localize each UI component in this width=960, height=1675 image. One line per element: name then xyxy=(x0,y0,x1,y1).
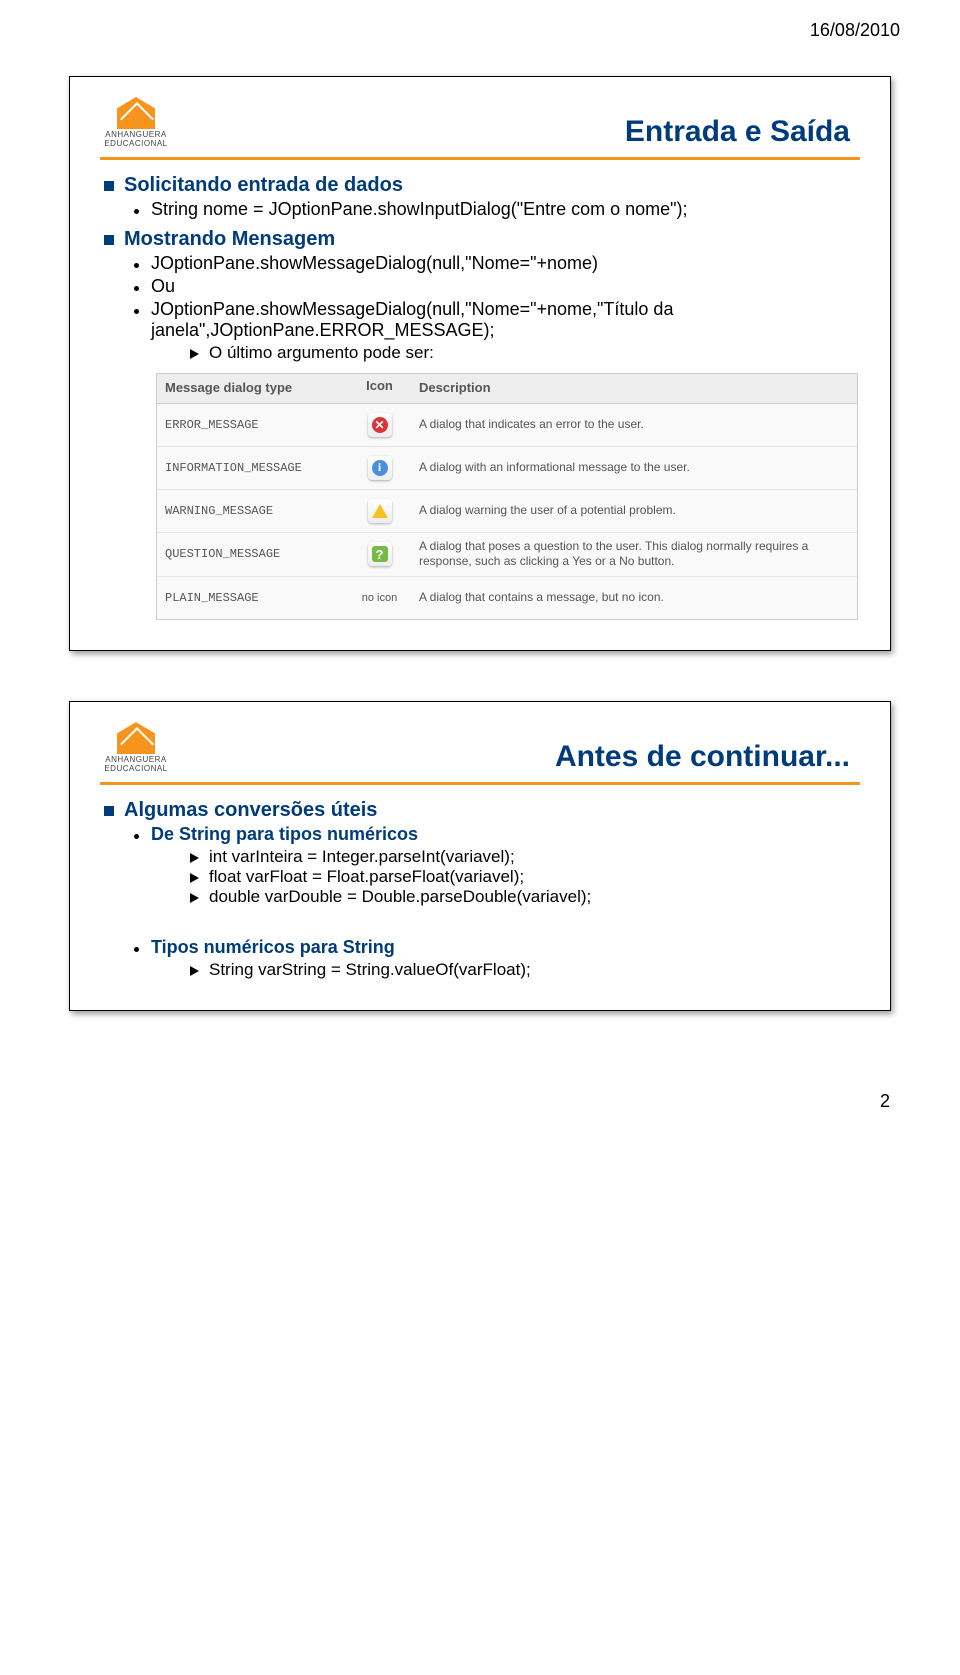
table-row: PLAIN_MESSAGE no icon A dialog that cont… xyxy=(157,577,857,619)
logo-text: ANHANGUERA EDUCACIONAL xyxy=(100,131,172,149)
cell-type: PLAIN_MESSAGE xyxy=(157,585,348,611)
col-header-desc: Description xyxy=(411,374,857,403)
cell-desc: A dialog that poses a question to the us… xyxy=(411,533,857,576)
sub-heading-text: Tipos numéricos para String xyxy=(151,937,395,958)
code-line: JOptionPane.showMessageDialog(null,"Nome… xyxy=(134,299,860,341)
dot-bullet-icon xyxy=(134,309,139,314)
triangle-bullet-icon xyxy=(190,893,199,903)
slide-title: Entrada e Saída xyxy=(190,115,860,149)
sub-heading: De String para tipos numéricos xyxy=(134,824,860,845)
sub-bullet: O último argumento pode ser: xyxy=(190,343,860,363)
table-header: Message dialog type Icon Description xyxy=(157,374,857,404)
message-dialog-table: Message dialog type Icon Description ERR… xyxy=(156,373,858,620)
sub-heading: Tipos numéricos para String xyxy=(134,937,860,958)
code-text: int varInteira = Integer.parseInt(variav… xyxy=(209,847,515,867)
dot-bullet-icon xyxy=(134,947,139,952)
heading-mostrando: Mostrando Mensagem xyxy=(104,228,860,251)
dot-bullet-icon xyxy=(134,834,139,839)
triangle-bullet-icon xyxy=(190,873,199,883)
table-row: WARNING_MESSAGE A dialog warning the use… xyxy=(157,490,857,533)
square-bullet-icon xyxy=(104,235,114,245)
col-header-type: Message dialog type xyxy=(157,374,348,403)
code-line: double varDouble = Double.parseDouble(va… xyxy=(190,887,860,907)
code-line: JOptionPane.showMessageDialog(null,"Nome… xyxy=(134,253,860,274)
heading-text: Solicitando entrada de dados xyxy=(124,174,403,197)
code-text: JOptionPane.showMessageDialog(null,"Nome… xyxy=(151,299,860,341)
table-row: ERROR_MESSAGE ✕ A dialog that indicates … xyxy=(157,404,857,447)
heading-conversoes: Algumas conversões úteis xyxy=(104,799,860,822)
code-line: String varString = String.valueOf(varFlo… xyxy=(190,960,860,980)
code-line: int varInteira = Integer.parseInt(variav… xyxy=(190,847,860,867)
logo-icon xyxy=(117,97,155,129)
sub-heading-text: De String para tipos numéricos xyxy=(151,824,418,845)
dot-bullet-icon xyxy=(134,263,139,268)
code-text: Ou xyxy=(151,276,175,297)
cell-desc: A dialog with an informational message t… xyxy=(411,454,857,482)
square-bullet-icon xyxy=(104,181,114,191)
cell-icon: ? xyxy=(348,538,411,570)
logo-icon xyxy=(117,722,155,754)
heading-text: Algumas conversões úteis xyxy=(124,799,377,822)
square-bullet-icon xyxy=(104,806,114,816)
code-text: JOptionPane.showMessageDialog(null,"Nome… xyxy=(151,253,598,274)
triangle-bullet-icon xyxy=(190,966,199,976)
logo-text: ANHANGUERA EDUCACIONAL xyxy=(100,756,172,774)
cell-icon: ✕ xyxy=(348,409,411,441)
code-text: String varString = String.valueOf(varFlo… xyxy=(209,960,531,980)
slide-header: ANHANGUERA EDUCACIONAL Antes de continua… xyxy=(100,722,860,785)
code-text: double varDouble = Double.parseDouble(va… xyxy=(209,887,591,907)
info-icon: i xyxy=(368,456,392,480)
cell-type: WARNING_MESSAGE xyxy=(157,498,348,524)
code-line: float varFloat = Float.parseFloat(variav… xyxy=(190,867,860,887)
cell-icon xyxy=(348,495,411,527)
code-text: float varFloat = Float.parseFloat(variav… xyxy=(209,867,524,887)
cell-type: INFORMATION_MESSAGE xyxy=(157,455,348,481)
slide-title: Antes de continuar... xyxy=(190,740,860,774)
slide-header: ANHANGUERA EDUCACIONAL Entrada e Saída xyxy=(100,97,860,160)
question-icon: ? xyxy=(368,542,392,566)
table-row: INFORMATION_MESSAGE i A dialog with an i… xyxy=(157,447,857,490)
cell-type: ERROR_MESSAGE xyxy=(157,412,348,438)
cell-desc: A dialog that indicates an error to the … xyxy=(411,411,857,439)
page-number: 2 xyxy=(0,1061,960,1142)
cell-desc: A dialog that contains a message, but no… xyxy=(411,584,857,612)
triangle-bullet-icon xyxy=(190,349,199,359)
cell-icon: no icon xyxy=(348,588,411,608)
cell-desc: A dialog warning the user of a potential… xyxy=(411,497,857,525)
slide-1: ANHANGUERA EDUCACIONAL Entrada e Saída S… xyxy=(69,76,891,651)
col-header-icon: Icon xyxy=(348,374,411,403)
code-line: Ou xyxy=(134,276,860,297)
heading-solicitando: Solicitando entrada de dados xyxy=(104,174,860,197)
table-row: QUESTION_MESSAGE ? A dialog that poses a… xyxy=(157,533,857,577)
anhanguera-logo: ANHANGUERA EDUCACIONAL xyxy=(100,722,172,774)
heading-text: Mostrando Mensagem xyxy=(124,228,335,251)
dot-bullet-icon xyxy=(134,286,139,291)
code-line: String nome = JOptionPane.showInputDialo… xyxy=(134,199,860,220)
page-date: 16/08/2010 xyxy=(0,0,960,51)
sub-bullet-text: O último argumento pode ser: xyxy=(209,343,434,363)
anhanguera-logo: ANHANGUERA EDUCACIONAL xyxy=(100,97,172,149)
code-text: String nome = JOptionPane.showInputDialo… xyxy=(151,199,688,220)
dot-bullet-icon xyxy=(134,209,139,214)
slide-2: ANHANGUERA EDUCACIONAL Antes de continua… xyxy=(69,701,891,1011)
cell-type: QUESTION_MESSAGE xyxy=(157,541,348,567)
cell-icon: i xyxy=(348,452,411,484)
error-icon: ✕ xyxy=(368,413,392,437)
triangle-bullet-icon xyxy=(190,853,199,863)
warning-icon xyxy=(368,499,392,523)
